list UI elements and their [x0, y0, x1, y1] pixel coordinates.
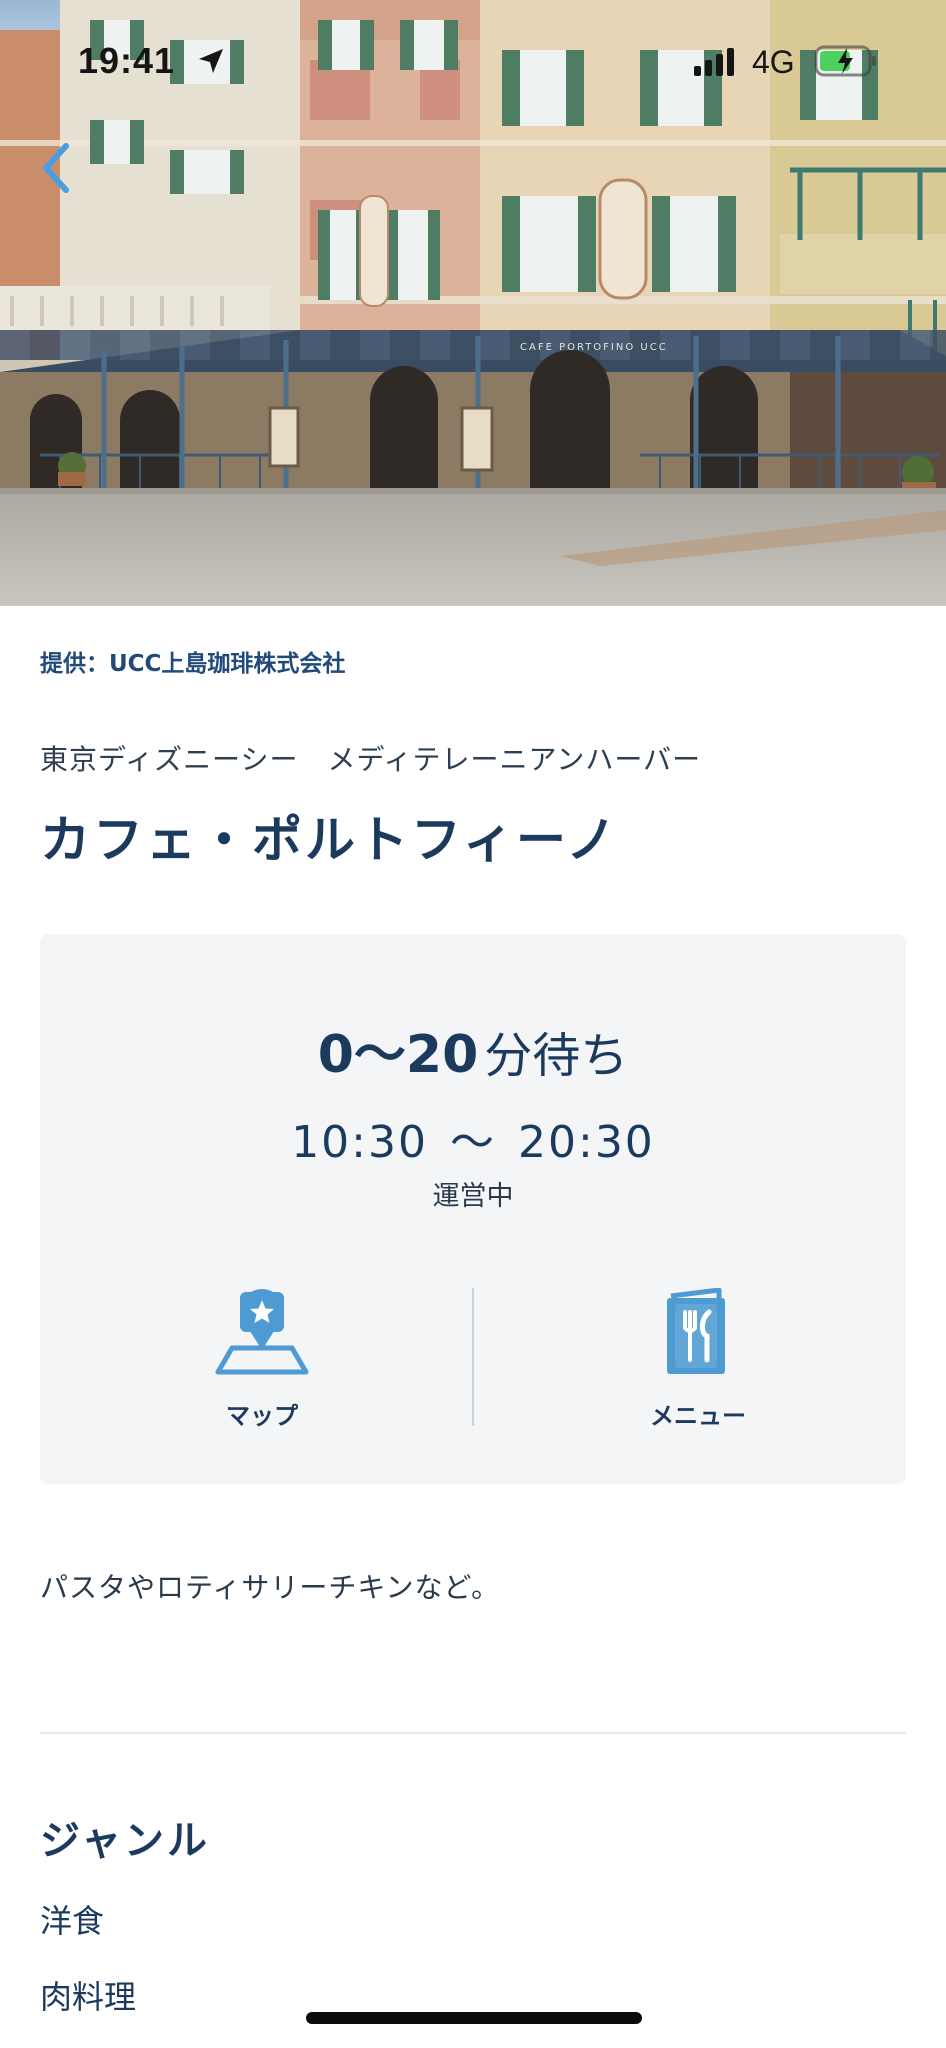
open-time: 10:30 — [291, 1117, 428, 1168]
map-button[interactable]: マップ — [112, 1288, 412, 1448]
operating-hours: 10:30 ～ 20:30 — [40, 1106, 906, 1170]
back-button[interactable] — [36, 138, 76, 198]
genre-heading: ジャンル — [40, 1818, 210, 1864]
cell-signal-icon — [694, 48, 734, 76]
battery-charging-icon — [814, 45, 876, 77]
action-divider — [472, 1288, 474, 1426]
page-title: カフェ・ポルトフィーノ — [40, 811, 619, 869]
description-text: パスタやロティサリーチキンなど。 — [40, 1571, 501, 1604]
genre-item: 洋食 — [40, 1902, 105, 1940]
section-divider — [40, 1732, 906, 1734]
chevron-left-icon — [43, 143, 69, 193]
awning-sign: CAFE PORTOFINO UCC — [520, 342, 668, 353]
location-label: 東京ディズニーシー メディテレーニアンハーバー — [40, 743, 702, 776]
wait-range: 0～20 — [317, 1025, 479, 1085]
close-time: 20:30 — [518, 1117, 655, 1168]
menu-button[interactable]: メニュー — [548, 1288, 848, 1448]
status-time: 19:41 — [78, 40, 176, 81]
wait-unit: 分待ち — [484, 1028, 629, 1084]
hero-photo: CAFE PORTOFINO UCC 19:41 4G — [0, 0, 946, 606]
location-arrow-icon — [199, 49, 223, 73]
wait-time: 0～20 分待ち — [40, 1012, 906, 1087]
genre-item: 肉料理 — [40, 1978, 137, 2016]
provider-credit: 提供：UCC上島珈琲株式会社 — [40, 651, 346, 677]
menu-label: メニュー — [650, 1402, 746, 1430]
home-indicator[interactable] — [306, 2012, 642, 2024]
map-pin-icon — [215, 1289, 309, 1375]
operating-status: 運営中 — [432, 1181, 514, 1212]
menu-book-icon — [667, 1288, 725, 1374]
info-card: 0～20 分待ち 10:30 ～ 20:30 運営中 マップ メニュー — [40, 934, 906, 1484]
hours-separator: ～ — [450, 1117, 496, 1168]
status-bar: 19:41 4G — [0, 0, 946, 130]
network-label: 4G — [752, 44, 795, 80]
map-label: マップ — [226, 1402, 298, 1430]
